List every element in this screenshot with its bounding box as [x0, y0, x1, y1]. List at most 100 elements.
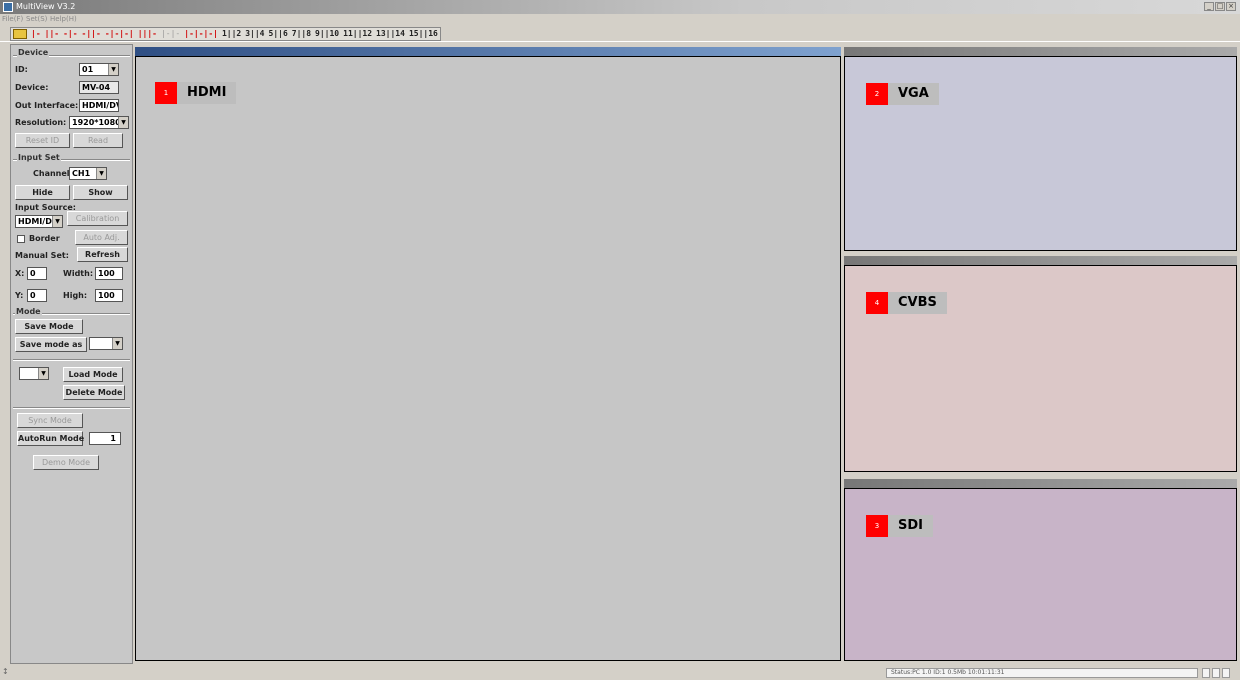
auto-adj-button[interactable]: Auto Adj.	[75, 230, 128, 245]
y-field[interactable]: 0	[27, 289, 47, 302]
calibration-button[interactable]: Calibration	[67, 211, 128, 226]
swap-15-16-button[interactable]: 15||16	[409, 28, 438, 40]
autorun-mode-button[interactable]: AutoRun Mode	[17, 431, 84, 446]
channel-number-badge: 1	[155, 82, 177, 104]
resolution-select[interactable]: 1920*1080 ▼	[69, 116, 129, 129]
device-section-title: Device	[17, 48, 50, 57]
id-select[interactable]: 01 ▼	[79, 63, 119, 76]
save-mode-button[interactable]: Save Mode	[15, 319, 83, 334]
out-interface-field: HDMI/DVI	[79, 99, 119, 112]
control-sidebar: Device ID: 01 ▼ Device: MV-04 Out Interfa…	[10, 44, 133, 664]
swap-3-4-button[interactable]: 3||4	[245, 28, 264, 40]
channel-tag: 2 VGA	[866, 83, 939, 105]
channel-panel-vga[interactable]: 2 VGA	[844, 47, 1237, 251]
channel-tag: 1 HDMI	[155, 82, 237, 104]
chevron-down-icon: ▼	[118, 117, 128, 128]
id-label: ID:	[15, 65, 28, 74]
hide-button[interactable]: Hide	[15, 185, 70, 200]
layout-1-button[interactable]: |-	[31, 28, 41, 40]
status-indicator	[1202, 668, 1210, 678]
swap-11-12-button[interactable]: 11||12	[343, 28, 372, 40]
out-interface-label: Out Interface:	[15, 101, 79, 110]
menu-file[interactable]: File(F)	[2, 15, 23, 23]
swap-7-8-button[interactable]: 7||8	[292, 28, 311, 40]
mode-divider	[13, 359, 130, 361]
channel-name: HDMI	[177, 82, 237, 104]
width-label: Width:	[63, 269, 94, 278]
device-field: MV-04	[79, 81, 119, 94]
layout-5-button[interactable]: -|-|-|	[105, 28, 134, 40]
input-source-select[interactable]: HDMI/DVI ▼	[15, 215, 63, 228]
refresh-button[interactable]: Refresh	[77, 247, 128, 262]
border-checkbox[interactable]	[17, 235, 25, 243]
channel-name: VGA	[888, 83, 939, 105]
chevron-down-icon: ▼	[96, 168, 106, 179]
delete-mode-button[interactable]: Delete Mode	[63, 385, 125, 400]
demo-mode-button[interactable]: Demo Mode	[33, 455, 99, 470]
layout-4-button[interactable]: -||-	[82, 28, 101, 40]
manual-set-label: Manual Set:	[15, 251, 69, 260]
channel-name: SDI	[888, 515, 933, 537]
menu-bar: File(F) Set(S) Help(H)	[0, 14, 1240, 26]
panel-header	[844, 479, 1237, 488]
load-mode-slot-select[interactable]: ▼	[19, 367, 49, 380]
swap-5-6-button[interactable]: 5||6	[269, 28, 288, 40]
high-label: High:	[63, 291, 88, 300]
x-field[interactable]: 0	[27, 267, 47, 280]
open-folder-icon[interactable]	[13, 29, 27, 39]
window-title: MultiView V3.2	[16, 2, 76, 11]
channel-tag: 3 SDI	[866, 515, 933, 537]
autorun-field[interactable]: 1	[89, 432, 121, 445]
layout-toolbar: |- ||- -|- -||- -|-|-| |||- |-|- |-|-|-|…	[10, 27, 441, 41]
panel-body	[844, 488, 1237, 661]
menu-set[interactable]: Set(S)	[26, 15, 47, 23]
maximize-icon[interactable]: □	[1215, 2, 1225, 11]
reset-id-button[interactable]: Reset ID	[15, 133, 70, 148]
menu-help[interactable]: Help(H)	[50, 15, 77, 23]
read-button[interactable]: Read	[73, 133, 123, 148]
channel-tag: 4 CVBS	[866, 292, 947, 314]
save-mode-slot-select[interactable]: ▼	[89, 337, 123, 350]
layout-2-button[interactable]: ||-	[45, 28, 59, 40]
swap-13-14-button[interactable]: 13||14	[376, 28, 405, 40]
app-icon	[3, 2, 13, 12]
toolbar: |- ||- -|- -||- -|-|-| |||- |-|- |-|-|-|…	[0, 26, 1240, 42]
show-button[interactable]: Show	[73, 185, 128, 200]
status-indicator	[1222, 668, 1230, 678]
swap-1-2-button[interactable]: 1||2	[222, 28, 241, 40]
channel-select[interactable]: CH1 ▼	[69, 167, 107, 180]
channel-number-badge: 3	[866, 515, 888, 537]
save-mode-as-button[interactable]: Save mode as	[15, 337, 87, 352]
chevron-down-icon: ▼	[38, 368, 48, 379]
layout-3-button[interactable]: -|-	[63, 28, 77, 40]
channel-number-badge: 4	[866, 292, 888, 314]
layout-8-button[interactable]: |-|-|-|	[184, 28, 218, 40]
channel-panel-cvbs[interactable]: 4 CVBS	[844, 256, 1237, 472]
panel-body	[135, 56, 841, 661]
panel-header	[844, 47, 1237, 56]
resolution-value: 1920*1080	[72, 118, 121, 127]
channel-panel-sdi[interactable]: 3 SDI	[844, 479, 1237, 661]
chevron-down-icon: ▼	[52, 216, 62, 227]
title-bar: MultiView V3.2 _ □ ×	[0, 0, 1240, 14]
status-indicator	[1212, 668, 1220, 678]
sync-mode-button[interactable]: Sync Mode	[17, 413, 83, 428]
close-icon[interactable]: ×	[1226, 2, 1236, 11]
input-section-title: Input Set	[17, 153, 61, 162]
width-field[interactable]: 100	[95, 267, 123, 280]
border-label: Border	[29, 234, 60, 243]
swap-9-10-button[interactable]: 9||10	[315, 28, 339, 40]
resolution-label: Resolution:	[15, 118, 67, 127]
panel-header	[135, 47, 841, 56]
layout-7-button[interactable]: |-|-	[161, 28, 180, 40]
channel-panel-hdmi[interactable]: 1 HDMI	[135, 47, 841, 661]
layout-6-button[interactable]: |||-	[138, 28, 157, 40]
id-value: 01	[82, 65, 94, 74]
y-label: Y:	[15, 291, 24, 300]
channel-value: CH1	[72, 169, 91, 178]
channel-number-badge: 2	[866, 83, 888, 105]
minimize-icon[interactable]: _	[1204, 2, 1214, 11]
high-field[interactable]: 100	[95, 289, 123, 302]
x-label: X:	[15, 269, 25, 278]
load-mode-button[interactable]: Load Mode	[63, 367, 123, 382]
